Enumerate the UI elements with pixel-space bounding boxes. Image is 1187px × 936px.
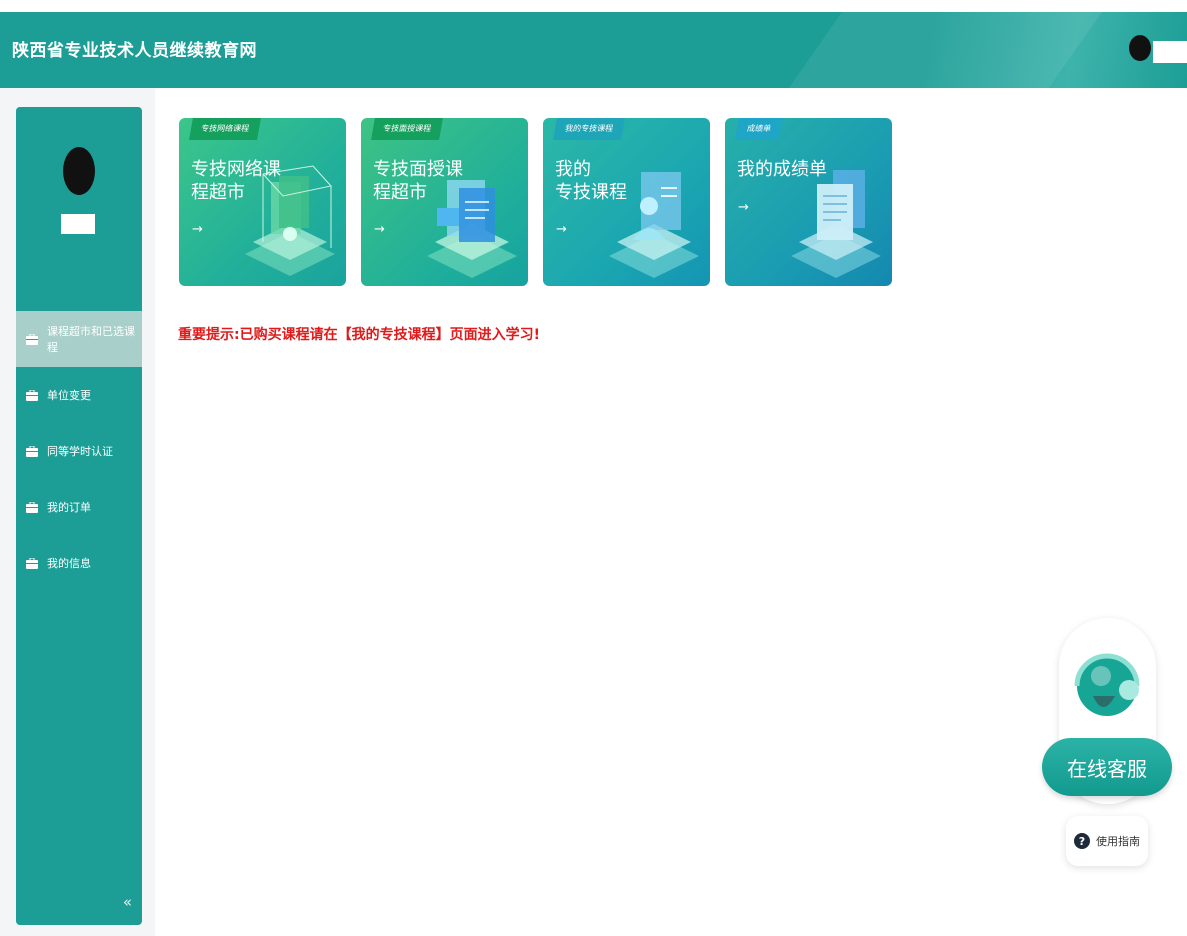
sidebar-user-name-redacted bbox=[61, 214, 95, 234]
my-courses-illustration-icon bbox=[609, 172, 699, 278]
arrow-right-icon: → bbox=[192, 222, 203, 237]
sidebar-item-unit-change[interactable]: 单位变更 bbox=[16, 367, 142, 423]
card-classroom-course-market[interactable]: 专技面授课程 专技面授课 程超市 → bbox=[361, 118, 528, 286]
card-my-courses[interactable]: 我的专技课程 我的 专技课程 → bbox=[543, 118, 710, 286]
customer-service-avatar-icon bbox=[1074, 653, 1140, 716]
help-icon: ? bbox=[1074, 833, 1090, 849]
online-course-illustration-icon bbox=[245, 165, 335, 276]
user-guide-button[interactable]: ? 使用指南 bbox=[1066, 816, 1148, 866]
briefcase-icon bbox=[26, 389, 38, 401]
top-header: 陕西省专业技术人员继续教育网 bbox=[0, 12, 1187, 88]
transcript-illustration-icon bbox=[791, 170, 881, 278]
site-title: 陕西省专业技术人员继续教育网 bbox=[12, 41, 257, 61]
sidebar-avatar bbox=[63, 147, 95, 195]
sidebar-item-label: 同等学时认证 bbox=[47, 445, 113, 458]
sidebar-item-label: 课程超市和已选课程 bbox=[47, 325, 135, 354]
sidebar: 课程超市和已选课程 单位变更 同等学时认证 我的订单 我的信息 « bbox=[16, 107, 142, 925]
briefcase-icon bbox=[26, 445, 38, 457]
sidebar-item-course-market[interactable]: 课程超市和已选课程 bbox=[16, 311, 142, 367]
user-avatar[interactable] bbox=[1129, 35, 1151, 61]
card-tag: 专技网络课程 bbox=[189, 118, 261, 140]
briefcase-icon bbox=[26, 333, 38, 345]
important-notice: 重要提示:已购买课程请在【我的专技课程】页面进入学习! bbox=[178, 327, 540, 343]
arrow-right-icon: → bbox=[556, 222, 567, 237]
arrow-right-icon: → bbox=[374, 222, 385, 237]
card-tag: 专技面授课程 bbox=[371, 118, 443, 140]
header-decoration bbox=[750, 12, 1124, 88]
user-guide-label: 使用指南 bbox=[1096, 835, 1140, 848]
user-name-redacted[interactable] bbox=[1153, 41, 1187, 63]
sidebar-menu: 课程超市和已选课程 单位变更 同等学时认证 我的订单 我的信息 bbox=[16, 311, 142, 591]
sidebar-item-label: 单位变更 bbox=[47, 389, 91, 402]
classroom-course-illustration-icon bbox=[427, 180, 517, 278]
card-online-course-market[interactable]: 专技网络课程 专技网络课 程超市 → bbox=[179, 118, 346, 286]
card-my-transcript[interactable]: 成绩单 我的成绩单 → bbox=[725, 118, 892, 286]
collapse-sidebar-button[interactable]: « bbox=[123, 893, 132, 911]
sidebar-item-my-info[interactable]: 我的信息 bbox=[16, 535, 142, 591]
sidebar-item-label: 我的信息 bbox=[47, 557, 91, 570]
sidebar-item-equivalent-hours[interactable]: 同等学时认证 bbox=[16, 423, 142, 479]
sidebar-item-label: 我的订单 bbox=[47, 501, 91, 514]
briefcase-icon bbox=[26, 557, 38, 569]
briefcase-icon bbox=[26, 501, 38, 513]
sidebar-item-my-orders[interactable]: 我的订单 bbox=[16, 479, 142, 535]
card-tag: 成绩单 bbox=[735, 118, 783, 140]
online-customer-service-button[interactable]: 在线客服 bbox=[1042, 738, 1172, 796]
card-tag: 我的专技课程 bbox=[553, 118, 625, 140]
arrow-right-icon: → bbox=[738, 200, 749, 215]
